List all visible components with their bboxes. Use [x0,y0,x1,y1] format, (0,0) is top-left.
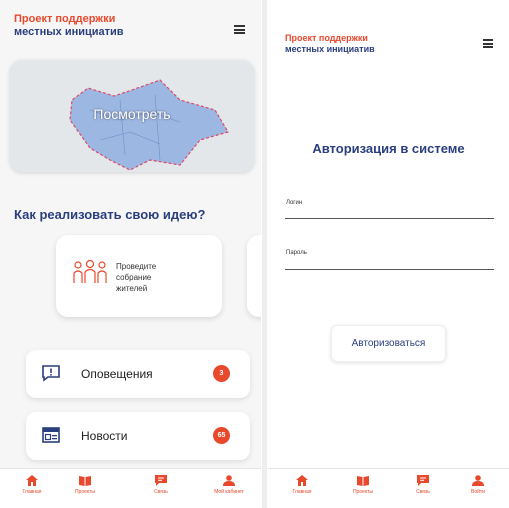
alert-icon [42,365,60,382]
brand-line-2: местных инициатив [285,44,375,54]
step-card-meeting[interactable]: Проведите собрание жителей [56,235,222,317]
nav-contact[interactable]: Связь [398,475,448,495]
nav-contact[interactable]: Связь [136,475,186,495]
chat-icon [155,475,167,486]
password-field[interactable] [285,256,494,270]
alerts-card[interactable]: Оповещения 3 [26,350,250,398]
home-icon [26,475,38,486]
home-screen: Проект поддержки местных инициатив Посмо… [0,0,261,508]
step-line-1: Проведите [116,262,157,271]
step-line-2: собрание [116,273,152,282]
nav-home[interactable]: Главная [7,475,57,495]
user-icon [472,475,484,486]
brand-line-2: местных инициатив [14,26,124,38]
news-card[interactable]: Новости 65 [26,412,250,460]
brand-logo[interactable]: Проект поддержки местных инициатив [14,13,124,39]
login-field[interactable] [285,205,494,219]
login-screen: Проект поддержки местных инициатив Автор… [268,0,509,508]
alerts-count-badge: 3 [213,365,230,382]
page-title: Авторизация в системе [312,141,465,156]
map-card[interactable]: Посмотреть [10,60,254,172]
brand-line-1: Проект поддержки [14,13,116,25]
nav-projects-label: Проекты [352,489,374,495]
user-icon [223,475,235,486]
hamburger-icon[interactable] [483,39,493,48]
nav-login-label: Войти [471,489,485,495]
nav-home[interactable]: Главная [277,475,327,495]
brand-logo[interactable]: Проект поддержки местных инициатив [285,33,375,55]
nav-projects-label: Проекты [74,489,96,495]
hamburger-icon[interactable] [234,25,245,34]
nav-home-label: Главная [292,489,312,495]
step-text: Проведите собрание жителей [116,261,156,294]
book-icon [79,476,91,486]
nav-home-label: Главная [22,489,42,495]
nav-login[interactable]: Войти [453,475,503,495]
news-label: Новости [81,429,128,443]
bottom-nav: Главная Проекты Связь Войти [268,468,509,508]
next-step-card[interactable] [247,235,261,317]
alerts-label: Оповещения [81,367,153,381]
view-map-label: Посмотреть [93,106,171,122]
nav-projects[interactable]: Проекты [60,475,110,495]
section-heading: Как реализовать свою идею? [14,207,206,222]
book-icon [357,476,369,486]
nav-contact-label: Связь [154,489,168,495]
news-count-badge: 65 [213,427,230,444]
home-icon [296,475,308,486]
nav-account-label: Мой кабинет [214,489,244,495]
nav-contact-label: Связь [416,489,430,495]
screen-divider [262,0,267,508]
bottom-nav: Главная Проекты Связь Мой кабинет [0,468,261,508]
news-icon [42,427,60,443]
chat-icon [417,475,429,486]
login-button[interactable]: Авторизоваться [331,325,446,362]
nav-account[interactable]: Мой кабинет [204,475,254,495]
brand-line-1: Проект поддержки [285,33,368,43]
nav-projects[interactable]: Проекты [338,475,388,495]
step-line-3: жителей [116,284,148,293]
people-icon [73,259,107,283]
